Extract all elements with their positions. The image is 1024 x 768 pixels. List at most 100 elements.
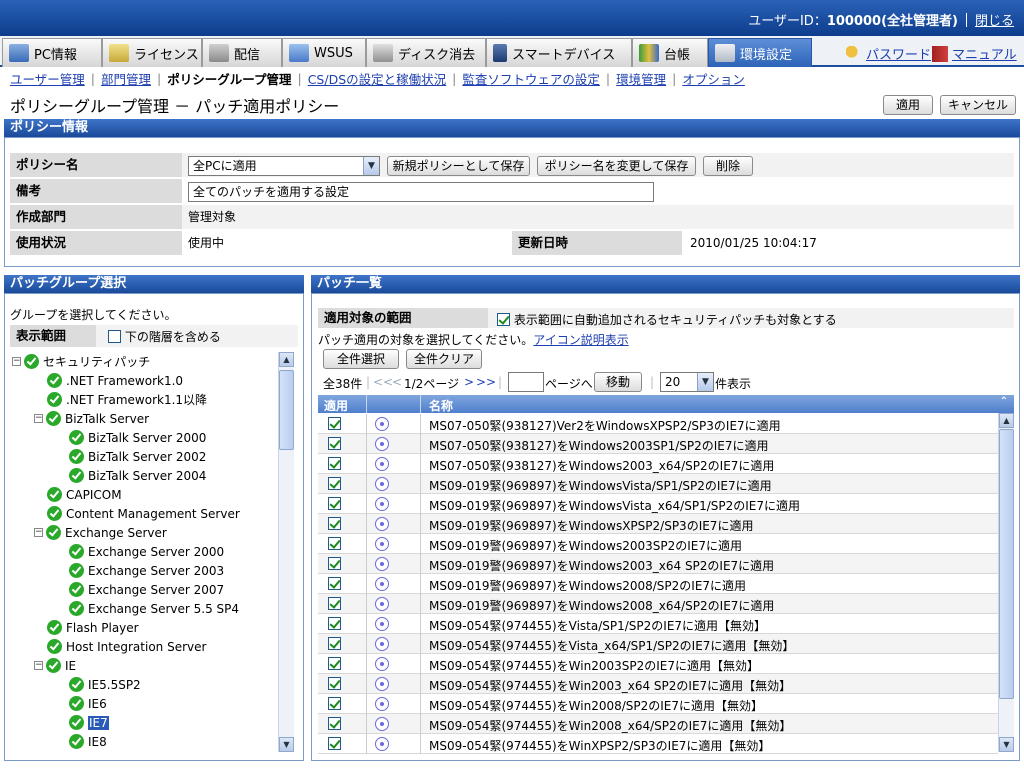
prev-page-icon[interactable]: <	[392, 375, 402, 389]
apply-checkbox[interactable]	[328, 477, 341, 491]
tree-node[interactable]: Host Integration Server	[47, 637, 206, 656]
table-row[interactable]: MS07-050緊(938127)をWindows2003SP1/SP2のIE7…	[318, 434, 998, 454]
tree-node[interactable]: .NET Framework1.0	[47, 371, 183, 390]
tree-node-label[interactable]: Host Integration Server	[66, 640, 206, 654]
subnav-department-management[interactable]: 部門管理	[101, 69, 151, 88]
tree-node[interactable]: BizTalk Server 2000	[69, 428, 206, 447]
collapse-icon[interactable]: ⌃	[1000, 396, 1008, 407]
tab-ledger[interactable]: 台帳	[632, 38, 708, 67]
tree-scrollbar[interactable]: ▲ ▼	[278, 352, 294, 752]
table-row[interactable]: MS09-019警(969897)をWindows2003SP2のIE7に適用	[318, 534, 998, 554]
tree-node-label[interactable]: Exchange Server	[65, 526, 167, 540]
subnav-options[interactable]: オプション	[682, 69, 745, 88]
scroll-thumb[interactable]	[999, 429, 1014, 699]
tree-node-label[interactable]: .NET Framework1.1以降	[66, 391, 207, 408]
subnav-environment[interactable]: 環境管理	[616, 69, 666, 88]
apply-checkbox[interactable]	[328, 657, 341, 671]
note-input[interactable]: 全てのパッチを適用する設定	[188, 182, 654, 202]
tree-node-label[interactable]: IE5.5SP2	[88, 678, 141, 692]
tree-node-label[interactable]: セキュリティパッチ	[43, 353, 150, 370]
scroll-thumb[interactable]	[279, 370, 294, 450]
page-number-input[interactable]	[508, 372, 544, 392]
tab-wsus[interactable]: WSUS	[282, 38, 366, 67]
tab-pc-info[interactable]: PC情報	[2, 38, 102, 67]
apply-checkbox[interactable]	[328, 737, 341, 751]
tree-node-label[interactable]: Exchange Server 2003	[88, 564, 224, 578]
subnav-cs-ds-settings[interactable]: CS/DSの設定と稼働状況	[308, 69, 446, 88]
tree-node-label[interactable]: Exchange Server 2007	[88, 583, 224, 597]
delete-button[interactable]: 削除	[703, 156, 753, 176]
table-row[interactable]: MS09-019緊(969897)をWindowsVista/SP1/SP2のI…	[318, 474, 998, 494]
apply-checkbox[interactable]	[328, 437, 341, 451]
per-page-select[interactable]: 20 ▼	[660, 372, 714, 392]
tab-delivery[interactable]: 配信	[202, 38, 282, 67]
tab-license[interactable]: ライセンス	[102, 38, 202, 67]
tree-node-label[interactable]: IE7	[88, 715, 109, 730]
tree-node[interactable]: − Exchange Server	[34, 523, 167, 542]
scroll-down-icon[interactable]: ▼	[999, 737, 1014, 752]
save-new-policy-button[interactable]: 新規ポリシーとして保存	[387, 156, 530, 176]
apply-checkbox[interactable]	[328, 497, 341, 511]
last-page-icon[interactable]: >>	[476, 375, 496, 389]
scroll-down-icon[interactable]: ▼	[279, 737, 294, 752]
clear-all-button[interactable]: 全件クリア	[406, 349, 482, 369]
table-row[interactable]: MS09-054緊(974455)をWin2003SP2のIE7に適用【無効】	[318, 654, 998, 674]
tree-node-label[interactable]: IE6	[88, 697, 107, 711]
expand-collapse-icon[interactable]: −	[34, 528, 43, 537]
tree-node-label[interactable]: Content Management Server	[66, 507, 240, 521]
expand-collapse-icon[interactable]: −	[34, 661, 43, 670]
apply-checkbox[interactable]	[328, 577, 341, 591]
policy-name-select[interactable]: 全PCに適用 ▼	[188, 156, 380, 176]
apply-button[interactable]: 適用	[883, 95, 933, 115]
tree-node[interactable]: − セキュリティパッチ	[12, 352, 150, 371]
table-row[interactable]: MS09-054緊(974455)をWinXPSP2/SP3のIE7に適用【無効…	[318, 734, 998, 754]
tree-node-label[interactable]: IE	[65, 659, 76, 673]
tree-node-label[interactable]: Flash Player	[66, 621, 139, 635]
tree-node[interactable]: .NET Framework1.1以降	[47, 390, 207, 409]
apply-checkbox[interactable]	[328, 717, 341, 731]
apply-checkbox[interactable]	[328, 537, 341, 551]
password-link[interactable]: パスワード	[846, 44, 931, 63]
tree-node-label[interactable]: Exchange Server 5.5 SP4	[88, 602, 239, 616]
cancel-button[interactable]: キャンセル	[940, 95, 1016, 115]
move-button[interactable]: 移動	[594, 372, 642, 392]
scroll-up-icon[interactable]: ▲	[279, 352, 294, 367]
tree-node[interactable]: − IE	[34, 656, 76, 675]
apply-checkbox[interactable]	[328, 517, 341, 531]
tree-node[interactable]: BizTalk Server 2002	[69, 447, 206, 466]
table-row[interactable]: MS09-019警(969897)をWindows2008/SP2のIE7に適用	[318, 574, 998, 594]
tab-disk-erase[interactable]: ディスク消去	[366, 38, 486, 67]
include-sub-checkbox[interactable]: 下の階層を含める	[108, 328, 221, 345]
logout-link[interactable]: 閉じる	[975, 14, 1014, 29]
table-row[interactable]: MS09-054緊(974455)をVista/SP1/SP2のIE7に適用【無…	[318, 614, 998, 634]
tab-settings[interactable]: 環境設定	[708, 38, 812, 67]
col-apply-header[interactable]: 適用	[324, 397, 348, 414]
rename-save-button[interactable]: ポリシー名を変更して保存	[537, 156, 696, 176]
table-row[interactable]: MS09-019緊(969897)をWindowsXPSP2/SP3のIE7に適…	[318, 514, 998, 534]
apply-checkbox[interactable]	[328, 617, 341, 631]
tab-smart-device[interactable]: スマートデバイス	[486, 38, 632, 67]
tree-node[interactable]: IE7	[69, 713, 109, 732]
apply-checkbox[interactable]	[328, 697, 341, 711]
apply-checkbox[interactable]	[328, 597, 341, 611]
patch-table-scrollbar[interactable]: ▲ ▼	[998, 413, 1014, 752]
tree-node[interactable]: BizTalk Server 2004	[69, 466, 206, 485]
tree-node[interactable]: Content Management Server	[47, 504, 240, 523]
expand-collapse-icon[interactable]: −	[34, 414, 43, 423]
apply-checkbox[interactable]	[328, 457, 341, 471]
tree-node[interactable]: Flash Player	[47, 618, 139, 637]
table-row[interactable]: MS07-050緊(938127)Ver2をWindowsXPSP2/SP3のI…	[318, 414, 998, 434]
tree-node[interactable]: − BizTalk Server	[34, 409, 149, 428]
tree-node-label[interactable]: CAPICOM	[66, 488, 122, 502]
tree-node[interactable]: Exchange Server 5.5 SP4	[69, 599, 239, 618]
tree-node-label[interactable]: Exchange Server 2000	[88, 545, 224, 559]
manual-link[interactable]: マニュアル	[932, 44, 1017, 63]
icon-help-link[interactable]: アイコン説明表示	[533, 333, 628, 347]
auto-add-checkbox[interactable]: 表示範囲に自動追加されるセキュリティパッチも対象とする	[497, 311, 837, 328]
tree-node-label[interactable]: BizTalk Server 2000	[88, 431, 206, 445]
tree-node[interactable]: IE5.5SP2	[69, 675, 141, 694]
tree-node-label[interactable]: .NET Framework1.0	[66, 374, 183, 388]
apply-checkbox[interactable]	[328, 557, 341, 571]
subnav-user-management[interactable]: ユーザー管理	[10, 69, 85, 88]
select-all-button[interactable]: 全件選択	[323, 349, 399, 369]
